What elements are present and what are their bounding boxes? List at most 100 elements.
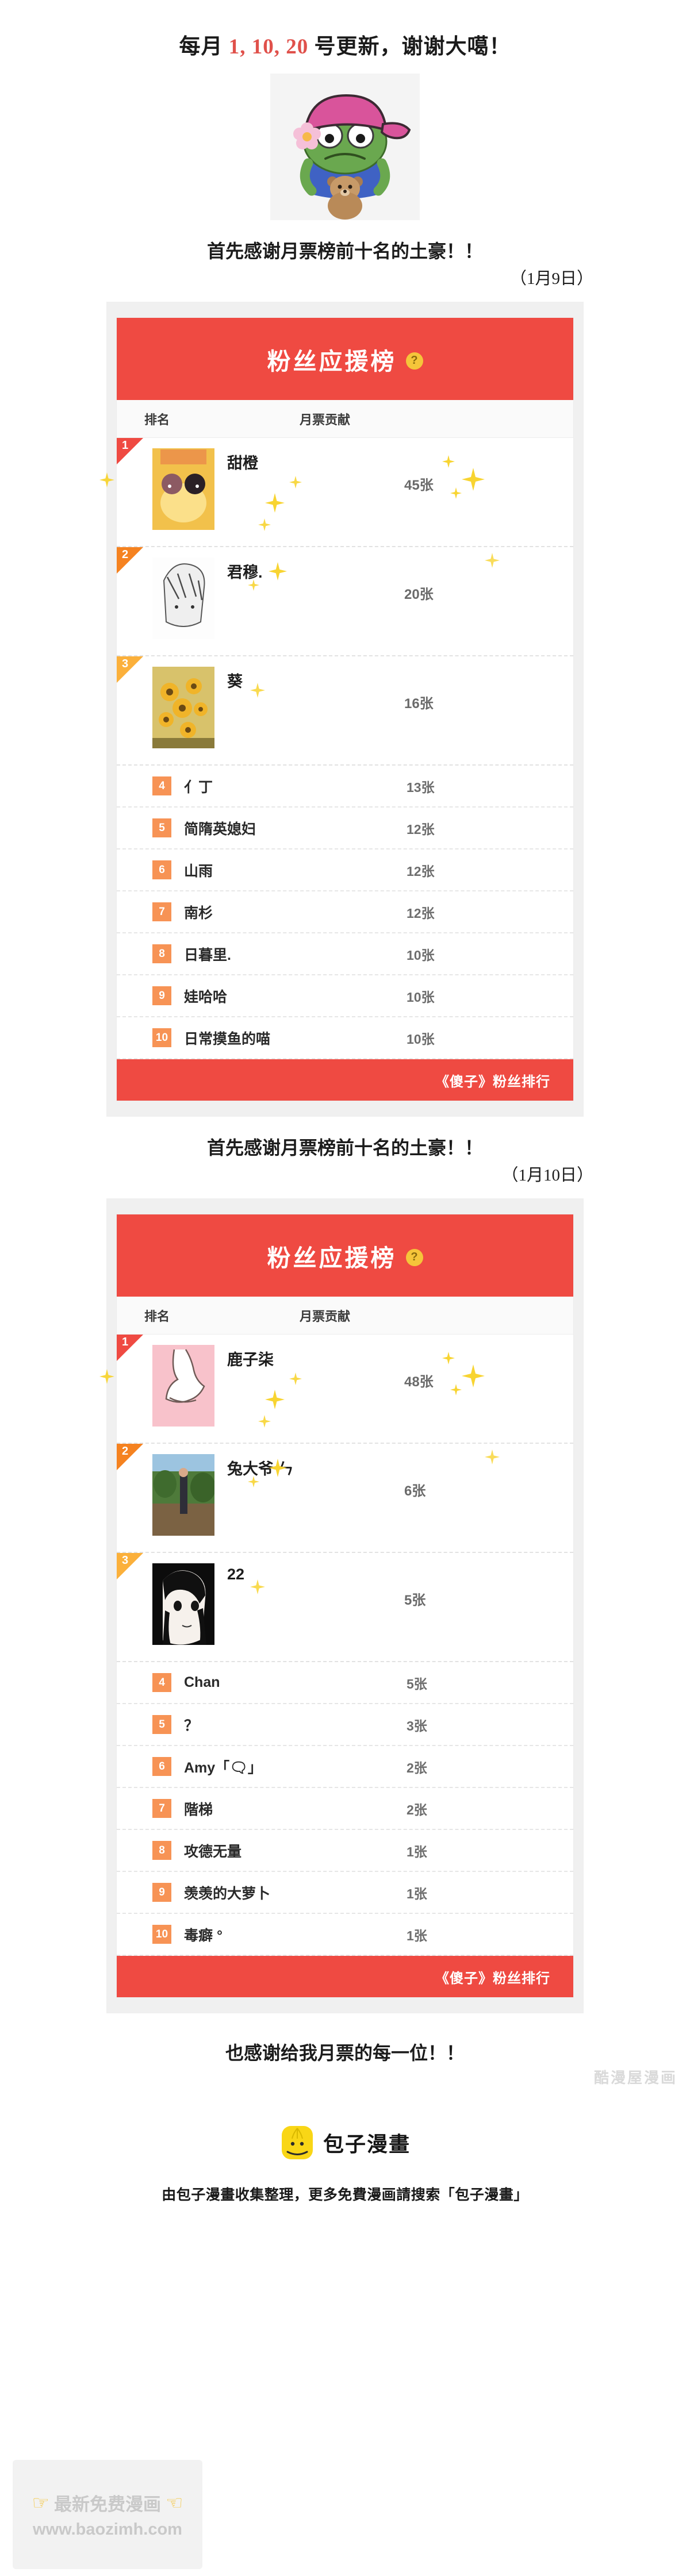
vote-count: 10张 — [407, 989, 435, 1005]
section-heading-0: 首先感谢月票榜前十名的土豪！！ — [206, 241, 483, 262]
rank-chip: 6 — [152, 1757, 171, 1777]
rank-corner-number: 1 — [122, 439, 129, 452]
rank-row[interactable]: 9 娃哈哈 10张 — [117, 975, 573, 1018]
fan-name: 毒癖 ° — [184, 1927, 223, 1944]
rank-corner-badge — [117, 1444, 143, 1471]
panel-title: 粉丝应援榜 — [267, 1244, 397, 1271]
vote-count: 5张 — [404, 1593, 426, 1609]
sparkle-icon — [99, 1369, 114, 1385]
sparkle-icon — [485, 553, 500, 568]
fan-name: 22 — [227, 1566, 245, 1583]
rank-row[interactable]: 8 日暮里. 10张 — [117, 933, 573, 976]
fan-name: 葵 — [227, 673, 243, 691]
column-header-rank: 排名 — [144, 412, 170, 427]
help-badge-icon[interactable]: ? — [405, 1248, 423, 1266]
sparkle-icon — [265, 493, 285, 513]
corner-watermark-text1: 最新免费漫画 — [54, 2494, 161, 2515]
vote-count: 48张 — [404, 1374, 434, 1390]
sparkle-icon — [258, 1415, 271, 1428]
rank-chip: 5 — [152, 818, 171, 838]
page-title-prefix: 每月 — [179, 35, 229, 59]
rank-row[interactable]: 5 简隋英媳妇 12张 — [117, 808, 573, 850]
fan-name: 君穆. — [227, 564, 263, 582]
rank-chip: 7 — [152, 1799, 171, 1818]
panel-header-1: 粉丝应援榜? — [117, 1214, 573, 1297]
avatar[interactable] — [152, 1345, 214, 1427]
fan-name: 娃哈哈 — [184, 989, 228, 1005]
section-date-1: （1月10日） — [501, 1166, 593, 1185]
rank-row[interactable]: 9 羡羡的大萝卜 1张 — [117, 1872, 573, 1914]
rank-corner-number: 3 — [122, 1554, 129, 1567]
rank-corner-number: 2 — [122, 1445, 129, 1458]
rank-row[interactable]: 4 Chan 5张 — [117, 1662, 573, 1705]
top-rank-row[interactable]: 1 甜橙 45张 — [99, 438, 573, 548]
avatar[interactable] — [152, 667, 214, 749]
ranking-panel-1: 粉丝应援榜? 排名 月票贡献 1 鹿子柒 48张 2 兔大爷 ㄣ 6张 3 22 5张 4 Chan 5张 5… — [99, 1214, 573, 1998]
vote-count: 2张 — [407, 1802, 427, 1817]
frog-sticker-image — [270, 74, 420, 221]
avatar[interactable] — [152, 558, 214, 640]
avatar[interactable] — [152, 1563, 214, 1645]
panel-column-headers-1: 排名 月票贡献 — [117, 1297, 573, 1335]
top-rank-row[interactable]: 3 22 5张 — [117, 1553, 573, 1663]
fan-name: 階梯 — [184, 1801, 213, 1818]
top-rank-row[interactable]: 2 君穆. 20张 — [117, 547, 573, 657]
rank-row[interactable]: 10 毒癖 ° 1张 — [117, 1914, 573, 1956]
rank-chip: 7 — [152, 902, 171, 922]
rank-chip: 8 — [152, 1841, 171, 1860]
vote-count: 3张 — [407, 1718, 427, 1733]
rank-row[interactable]: 8 攻德无量 1张 — [117, 1830, 573, 1873]
rank-chip: 9 — [152, 1883, 171, 1902]
rank-corner-badge — [117, 1553, 143, 1580]
sparkle-icon — [450, 1384, 462, 1396]
avatar[interactable] — [152, 1454, 214, 1536]
rank-row[interactable]: 4 亻丁 13张 — [117, 766, 573, 808]
vote-count: 12张 — [407, 821, 435, 837]
top-rank-row[interactable]: 1 鹿子柒 48张 — [99, 1335, 573, 1444]
ranking-panel-wrapper-1: 粉丝应援榜? 排名 月票贡献 1 鹿子柒 48张 2 兔大爷 ㄣ 6张 3 22 5张 4 Chan 5张 5… — [99, 1198, 584, 2014]
site-footer: 包子漫畫 由包子漫畫收集整理，更多免費漫画請搜索「包子漫畫」 — [0, 2125, 690, 2218]
mid-watermark: 酷漫屋漫画 — [593, 2069, 677, 2087]
rank-row[interactable]: 6 Amy「🗨」 2张 — [117, 1746, 573, 1789]
section-heading-1: 首先感谢月票榜前十名的土豪！！ — [206, 1137, 483, 1159]
rank-row[interactable]: 5 ？ 3张 — [117, 1704, 573, 1747]
rank-row[interactable]: 6 山雨 12张 — [117, 849, 573, 892]
top-rank-row[interactable]: 2 兔大爷 ㄣ 6张 — [117, 1444, 573, 1554]
ranking-panel-0: 粉丝应援榜? 排名 月票贡献 1 甜橙 45张 2 君穆. 20张 3 葵 16张 4 亻丁 13张 5 简隋英… — [99, 318, 573, 1101]
rank-row[interactable]: 10 日常摸鱼的喵 10张 — [117, 1017, 573, 1060]
vote-count: 10张 — [407, 947, 435, 963]
avatar[interactable] — [152, 448, 214, 530]
rank-chip: 10 — [152, 1925, 171, 1944]
fan-name: 亻丁 — [184, 779, 213, 795]
panel-title: 粉丝应援榜 — [267, 348, 397, 375]
sparkle-icon — [450, 487, 462, 499]
fan-name: 山雨 — [184, 863, 213, 879]
panel-footer: 《傻子》粉丝排行 — [117, 1956, 573, 1998]
top-rank-row[interactable]: 3 葵 16张 — [117, 656, 573, 766]
sparkle-icon — [462, 1364, 485, 1388]
sparkle-icon — [442, 1352, 455, 1365]
fan-name: 鹿子柒 — [227, 1351, 274, 1369]
fan-name: Chan — [184, 1674, 220, 1691]
vote-count: 10张 — [407, 1031, 435, 1047]
vote-count: 12张 — [407, 905, 435, 921]
rank-row[interactable]: 7 階梯 2张 — [117, 1788, 573, 1831]
rank-row[interactable]: 7 南杉 12张 — [117, 891, 573, 934]
rank-chip: 8 — [152, 944, 171, 964]
pepe-frog-icon — [270, 74, 420, 221]
corner-watermark-line2: www.baozimh.com — [33, 2520, 182, 2539]
rank-corner-number: 2 — [122, 548, 129, 562]
panel-header-0: 粉丝应援榜? — [117, 318, 573, 401]
rank-chip: 4 — [152, 776, 171, 796]
column-header-rank: 排名 — [144, 1309, 170, 1324]
vote-count: 16张 — [404, 696, 434, 712]
page-title-suffix: 号更新，谢谢大噶！ — [308, 35, 511, 59]
ranking-panel-wrapper-0: 粉丝应援榜? 排名 月票贡献 1 甜橙 45张 2 君穆. 20张 3 葵 16张 4 亻丁 13张 5 简隋英… — [99, 302, 584, 1117]
panel-footer: 《傻子》粉丝排行 — [117, 1059, 573, 1101]
help-badge-icon[interactable]: ? — [405, 352, 423, 370]
section-date-0: （1月9日） — [509, 270, 593, 289]
vote-count: 2张 — [407, 1760, 427, 1775]
fan-name: 日暮里. — [184, 947, 231, 963]
corner-watermark-line1: ☞ 最新免费漫画 ☜ — [32, 2490, 183, 2516]
vote-count: 20张 — [404, 587, 434, 603]
